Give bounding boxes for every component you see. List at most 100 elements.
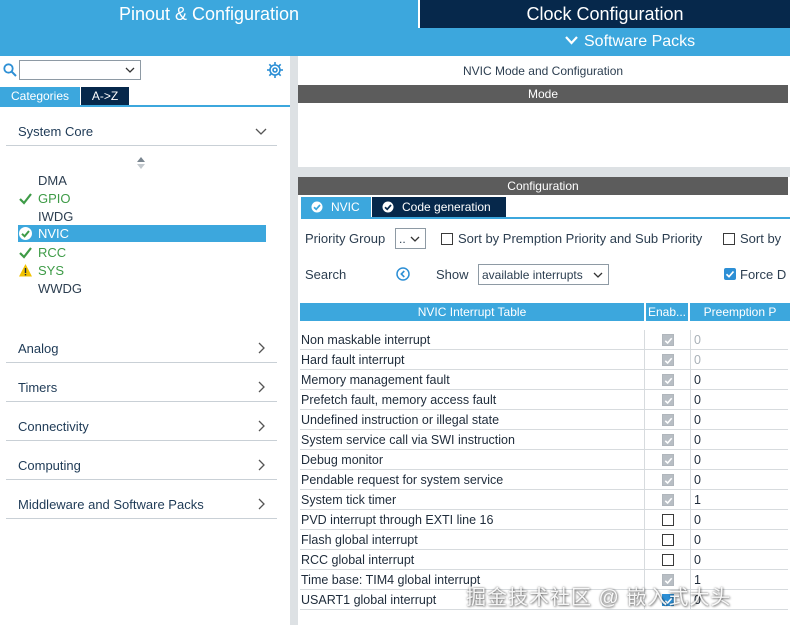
enabled-cell — [644, 370, 690, 390]
preemption-cell[interactable]: 0 — [690, 430, 788, 450]
enabled-checkbox[interactable] — [662, 514, 674, 526]
table-row[interactable]: Undefined instruction or illegal state 0 — [300, 410, 788, 430]
force-checkbox[interactable] — [724, 268, 736, 280]
checkmark-circle-icon — [382, 201, 394, 213]
sort-by-checkbox[interactable] — [723, 233, 735, 245]
preemption-cell[interactable]: 0 — [690, 390, 788, 410]
preemption-cell[interactable]: 0 — [690, 330, 788, 350]
search-combobox[interactable] — [19, 60, 141, 80]
group-timers[interactable]: Timers — [6, 372, 277, 402]
panel-title: NVIC Mode and Configuration — [462, 64, 624, 78]
configuration-section-header[interactable]: Configuration — [298, 177, 788, 195]
preemption-cell[interactable]: 1 — [690, 490, 788, 510]
tab-pinout-configuration[interactable]: Pinout & Configuration — [0, 0, 418, 28]
interrupt-name: Memory management fault — [301, 373, 450, 387]
preemption-cell[interactable]: 0 — [690, 510, 788, 530]
mode-section-header[interactable]: Mode — [298, 85, 788, 103]
software-packs-label: Software Packs — [584, 33, 696, 50]
column-header-name[interactable]: NVIC Interrupt Table — [300, 303, 644, 321]
show-filter-select[interactable]: available interrupts — [478, 264, 609, 285]
preemption-cell[interactable]: 0 — [690, 450, 788, 470]
enabled-cell — [644, 350, 690, 370]
group-computing[interactable]: Computing — [6, 450, 277, 480]
periph-item-rcc[interactable]: RCC — [18, 244, 266, 261]
preemption-value: 0 — [694, 393, 701, 407]
table-row[interactable]: System tick timer 1 — [300, 490, 788, 510]
table-row[interactable]: System service call via SWI instruction 0 — [300, 430, 788, 450]
group-middleware[interactable]: Middleware and Software Packs — [6, 489, 277, 519]
group-analog[interactable]: Analog — [6, 333, 277, 363]
tab-underline — [0, 105, 290, 107]
table-row[interactable]: RCC global interrupt 0 — [300, 550, 788, 570]
enabled-checkbox — [662, 354, 674, 366]
tab-categories[interactable]: Categories — [0, 87, 80, 105]
show-label: Show — [436, 267, 469, 282]
table-row[interactable]: Flash global interrupt 0 — [300, 530, 788, 550]
periph-item-nvic[interactable]: NVIC — [18, 225, 266, 242]
force-label: Force D — [740, 267, 787, 282]
periph-item-iwdg[interactable]: IWDG — [18, 208, 266, 225]
interrupt-name: RCC global interrupt — [301, 553, 415, 567]
preemption-cell[interactable]: 0 — [690, 370, 788, 390]
checkmark-icon — [664, 437, 673, 445]
priority-group-select[interactable]: .. — [395, 228, 426, 249]
column-header-enabled[interactable]: Enab... — [646, 303, 688, 321]
software-packs-menu[interactable]: Software Packs — [565, 28, 695, 56]
chevron-down-icon — [125, 67, 135, 73]
preemption-cell[interactable]: 0 — [690, 530, 788, 550]
checkmark-icon — [19, 247, 32, 259]
enabled-checkbox — [662, 454, 674, 466]
table-row[interactable]: PVD interrupt through EXTI line 16 0 — [300, 510, 788, 530]
preemption-value: 0 — [694, 373, 701, 387]
preemption-cell[interactable]: 0 — [690, 350, 788, 370]
preemption-cell[interactable]: 0 — [690, 410, 788, 430]
enabled-cell — [644, 510, 690, 530]
sort-premption-label: Sort by Premption Priority and Sub Prior… — [458, 231, 703, 246]
group-connectivity[interactable]: Connectivity — [6, 411, 277, 441]
preemption-value: 0 — [694, 353, 701, 367]
table-row[interactable]: Debug monitor 0 — [300, 450, 788, 470]
gear-icon[interactable] — [266, 61, 284, 79]
back-arrow-icon[interactable] — [396, 267, 410, 281]
group-system-core[interactable]: System Core — [6, 116, 277, 146]
tab-label: NVIC — [331, 200, 360, 214]
checkmark-icon — [664, 457, 673, 465]
preemption-value: 0 — [694, 413, 701, 427]
preemption-cell[interactable]: 0 — [690, 470, 788, 490]
top-tab-bar: Pinout & Configuration Clock Configurati… — [0, 0, 790, 28]
periph-item-wwdg[interactable]: WWDG — [18, 280, 266, 297]
group-label: Connectivity — [18, 419, 89, 434]
chevron-down-icon — [565, 36, 578, 45]
table-row[interactable]: Hard fault interrupt 0 — [300, 350, 788, 370]
sort-icon[interactable] — [136, 156, 146, 170]
panel-splitter[interactable] — [290, 56, 298, 625]
enabled-checkbox[interactable] — [662, 554, 674, 566]
tab-code-generation[interactable]: Code generation — [372, 197, 506, 217]
table-row[interactable]: Prefetch fault, memory access fault 0 — [300, 390, 788, 410]
tab-a-z[interactable]: A->Z — [81, 87, 129, 105]
tab-nvic[interactable]: NVIC — [301, 197, 371, 217]
search-icon[interactable] — [3, 63, 17, 77]
show-filter-value: available interrupts — [482, 268, 583, 282]
column-header-preemption[interactable]: Preemption P — [690, 303, 790, 321]
warning-icon — [19, 264, 32, 277]
preemption-value: 0 — [694, 433, 701, 447]
checkmark-icon — [664, 497, 673, 505]
enabled-checkbox — [662, 434, 674, 446]
chevron-down-icon — [255, 128, 267, 135]
table-row[interactable]: Pendable request for system service 0 — [300, 470, 788, 490]
preemption-value: 1 — [694, 493, 701, 507]
preemption-value: 0 — [694, 453, 701, 467]
table-row[interactable]: Non maskable interrupt 0 — [300, 330, 788, 350]
periph-item-gpio[interactable]: GPIO — [18, 190, 266, 207]
checkmark-circle-icon — [311, 201, 323, 213]
sort-premption-checkbox[interactable] — [441, 233, 453, 245]
tab-clock-configuration[interactable]: Clock Configuration — [420, 0, 790, 28]
periph-item-sys[interactable]: SYS — [18, 262, 266, 279]
preemption-cell[interactable]: 0 — [690, 550, 788, 570]
enabled-checkbox[interactable] — [662, 534, 674, 546]
group-label: Analog — [18, 341, 59, 356]
periph-label: RCC — [38, 245, 67, 260]
table-row[interactable]: Memory management fault 0 — [300, 370, 788, 390]
periph-item-dma[interactable]: DMA — [18, 172, 266, 189]
